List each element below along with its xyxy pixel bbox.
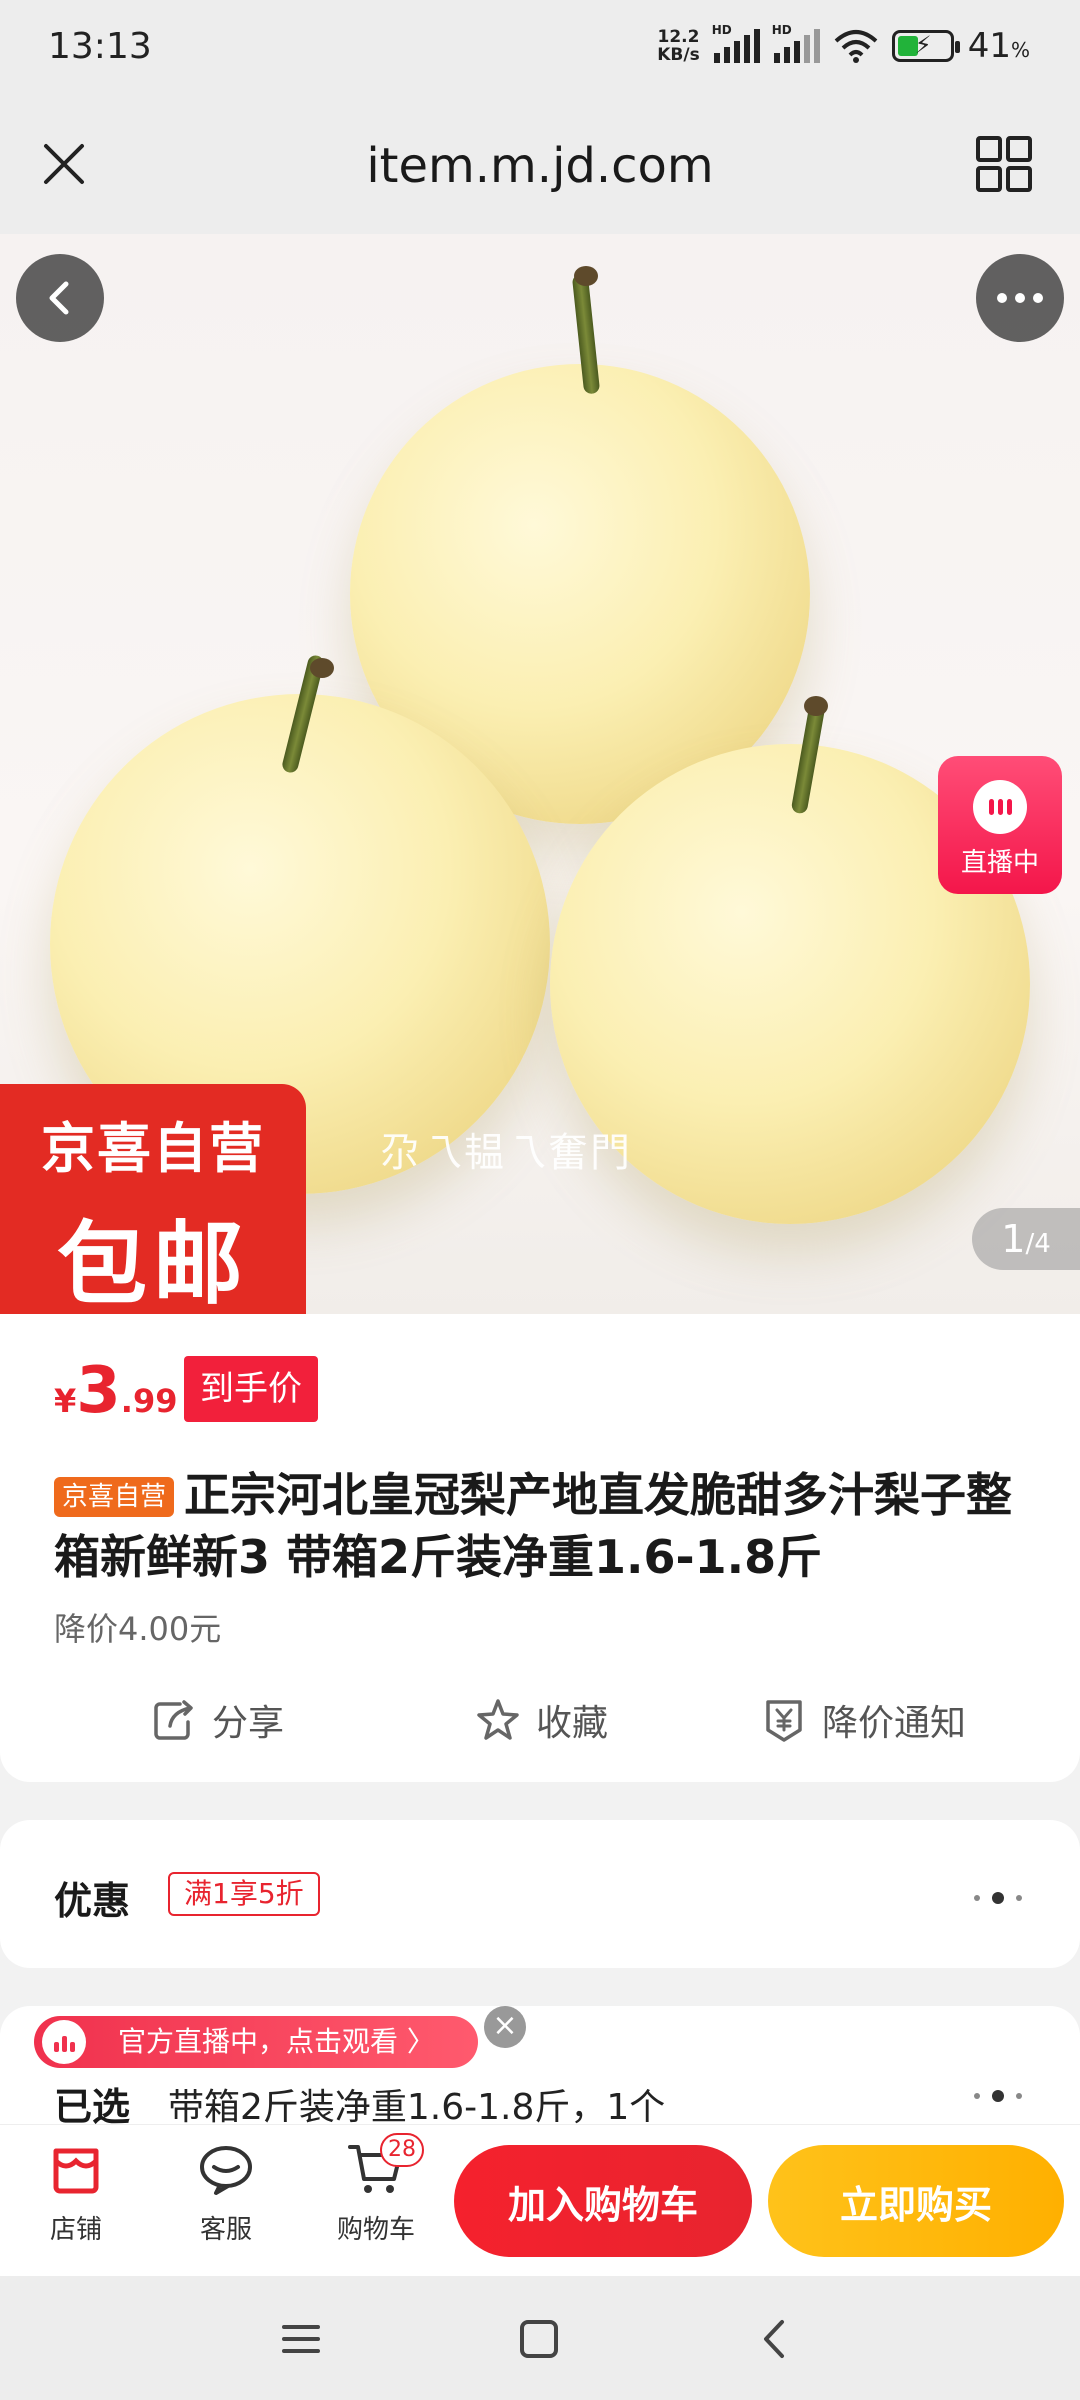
favorite-button[interactable]: 收藏 <box>474 1694 608 1746</box>
price-drop-text: 降价4.00元 <box>54 1610 222 1648</box>
cart-count-badge: 28 <box>380 2133 424 2167</box>
image-counter-total: /4 <box>1025 1229 1051 1259</box>
price-tag-icon <box>766 1700 802 1742</box>
add-to-cart-button[interactable]: 加入购物车 <box>454 2145 752 2257</box>
pear-stem-cap <box>310 658 334 678</box>
live-badge-label: 直播中 <box>960 848 1039 878</box>
live-watch-pill[interactable]: 官方直播中，点击观看 〉 <box>34 2016 478 2068</box>
price-symbol: ¥ <box>54 1382 77 1420</box>
net-speed-value: 12.2 <box>657 27 700 47</box>
share-icon <box>154 1700 193 1740</box>
price-integer: 3 <box>76 1354 121 1428</box>
sim2-hd-label: HD <box>771 23 792 37</box>
status-time: 13:13 <box>48 26 152 67</box>
status-bar: 13:13 12.2 KB/s HD HD ⚡ 41% <box>0 0 1080 100</box>
system-nav-bar <box>0 2276 1080 2400</box>
back-button[interactable] <box>16 254 104 342</box>
product-price: ¥ 3 .99 <box>54 1354 177 1428</box>
pear-stem-cap <box>804 696 828 716</box>
cart-label: 购物车 <box>336 2215 415 2245</box>
close-live-pill-button[interactable]: × <box>484 2006 526 2048</box>
more-dots-icon <box>974 1892 1022 1904</box>
sim1-hd-label: HD <box>711 23 732 37</box>
price-decimal: .99 <box>120 1382 178 1420</box>
promo-stamp-line2: 包邮 <box>57 1212 249 1314</box>
self-operated-tag: 京喜自营 <box>54 1477 175 1517</box>
more-dots-icon <box>974 2090 1022 2102</box>
battery-icon: ⚡ <box>891 30 960 62</box>
product-title-text: 正宗河北皇冠梨产地直发脆甜多汁梨子整箱新鲜新3 带箱2斤装净重1.6-1.8斤 <box>54 1468 1013 1584</box>
coupon-row[interactable]: 优惠 满1享5折 <box>0 1820 1080 1968</box>
back-icon[interactable] <box>750 2314 800 2364</box>
product-title: 京喜自营 正宗河北皇冠梨产地直发脆甜多汁梨子整箱新鲜新3 带箱2斤装净重1.6-1… <box>54 1464 1034 1588</box>
wifi-icon <box>834 30 878 63</box>
star-icon <box>477 1699 519 1740</box>
grid-icon[interactable] <box>974 134 1034 194</box>
service-label: 客服 <box>199 2215 252 2245</box>
chevron-left-icon <box>49 281 69 315</box>
live-icon <box>973 780 1027 834</box>
customer-service-button[interactable]: 客服 <box>166 2139 286 2246</box>
net-speed: 12.2 KB/s <box>657 28 699 64</box>
product-info-card: ¥ 3 .99 到手价 京喜自营 正宗河北皇冠梨产地直发脆甜多汁梨子整箱新鲜新3 … <box>0 1314 1080 1782</box>
home-icon[interactable] <box>514 2314 564 2364</box>
selected-value: 带箱2斤装净重1.6-1.8斤，1个 <box>168 2087 666 2128</box>
store-label: 店铺 <box>49 2215 102 2245</box>
net-speed-unit: KB/s <box>657 45 700 65</box>
share-label: 分享 <box>212 1703 285 1744</box>
chat-icon <box>200 2146 252 2195</box>
more-dot <box>997 293 1007 303</box>
live-stream-badge[interactable]: 直播中 <box>938 756 1062 894</box>
live-pill-label: 官方直播中，点击观看 〉 <box>118 2025 435 2058</box>
price-alert-button[interactable]: 降价通知 <box>760 1694 966 1746</box>
signal-icon: HD <box>712 23 760 63</box>
pear-stem-cap <box>574 266 598 286</box>
store-button[interactable]: 店铺 <box>16 2139 136 2246</box>
store-icon <box>53 2148 99 2194</box>
selected-label: 已选 <box>54 2085 131 2129</box>
promo-stamp-line1: 京喜自营 <box>41 1117 265 1180</box>
more-options-button[interactable] <box>976 254 1064 342</box>
battery-percent: 41% <box>967 26 1030 66</box>
more-dot <box>1033 293 1043 303</box>
signal-icon-2: HD <box>772 23 820 63</box>
coupon-label: 优惠 <box>54 1879 131 1923</box>
price-alert-label: 降价通知 <box>822 1703 967 1744</box>
promo-stamp: 京喜自营 包邮 <box>0 1084 306 1314</box>
coupon-tag: 满1享5折 <box>168 1872 320 1916</box>
image-counter: 1/4 <box>972 1208 1080 1270</box>
image-counter-current: 1 <box>1001 1217 1026 1261</box>
bottom-action-bar: 店铺 客服 购物车 28 加入购物车 立即购买 <box>0 2124 1080 2276</box>
browser-url-bar: item.m.jd.com <box>0 100 1080 234</box>
buy-now-button[interactable]: 立即购买 <box>768 2145 1064 2257</box>
cart-button[interactable]: 购物车 28 <box>316 2133 436 2246</box>
status-icons: 12.2 KB/s HD HD ⚡ 41% <box>657 23 1030 66</box>
share-button[interactable]: 分享 <box>150 1694 284 1746</box>
live-icon <box>42 2020 86 2064</box>
menu-icon[interactable] <box>276 2314 326 2364</box>
final-price-tag: 到手价 <box>184 1356 318 1422</box>
product-image-gallery[interactable]: 直播中 尕乁韫乁奮門 京喜自营 包邮 1/4 <box>0 234 1080 1314</box>
favorite-label: 收藏 <box>536 1703 609 1744</box>
url-text[interactable]: item.m.jd.com <box>0 138 1080 194</box>
more-dot <box>1015 293 1025 303</box>
image-watermark: 尕乁韫乁奮門 <box>380 1130 632 1176</box>
